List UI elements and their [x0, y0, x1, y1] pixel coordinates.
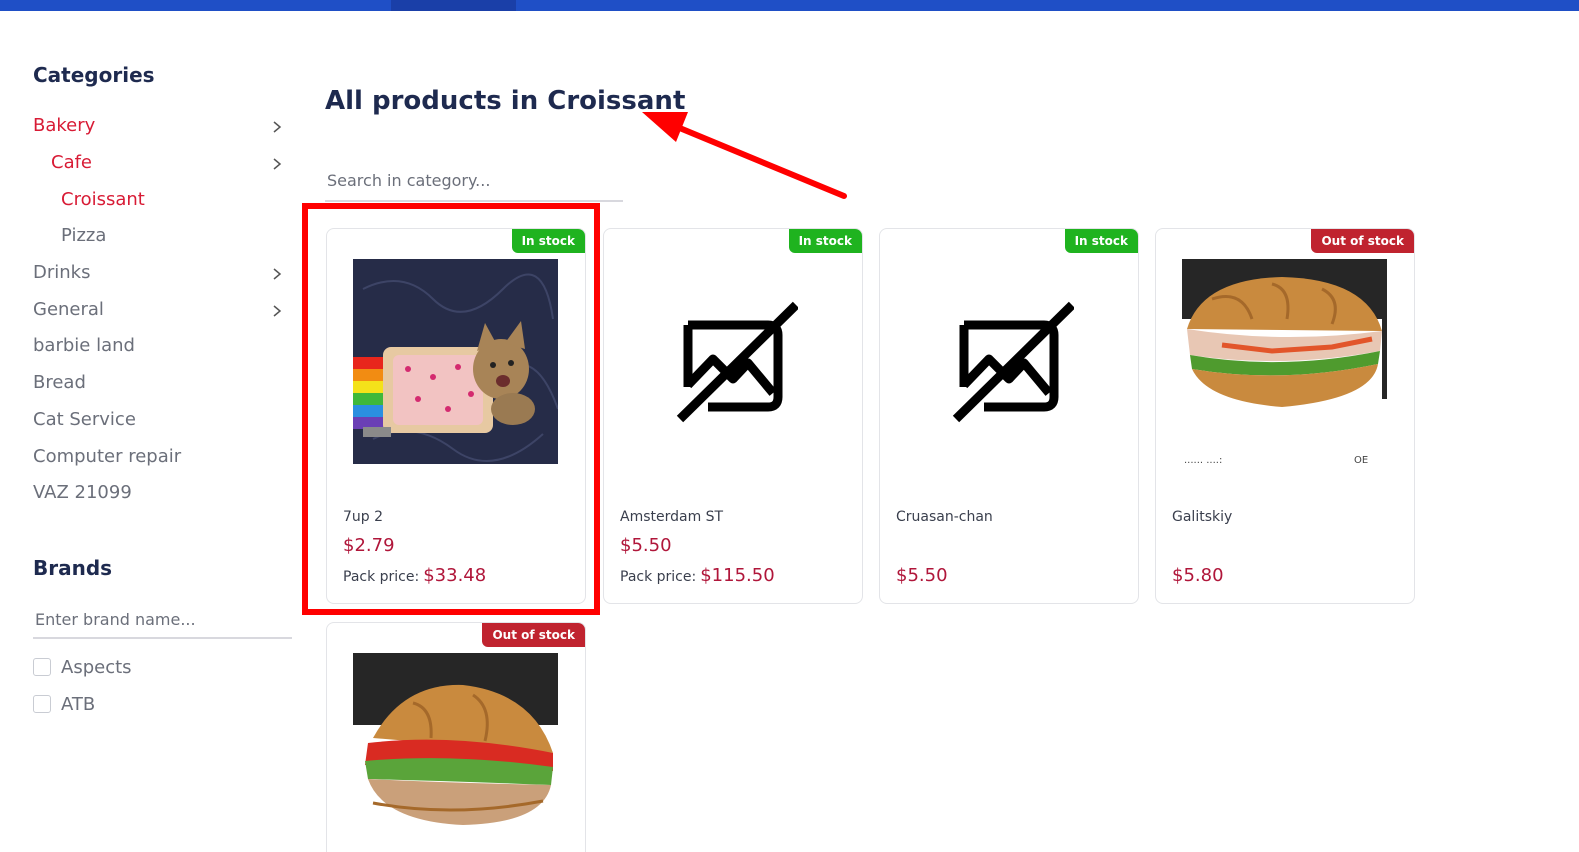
croissant-sandwich-image[interactable]: ...... ....: OE	[1182, 259, 1387, 464]
stock-badge: Out of stock	[1311, 229, 1414, 253]
product-price: $5.50	[896, 565, 948, 586]
product-card[interactable]: Out of stock ...... ....: OE Galitskiy $…	[1155, 228, 1415, 604]
product-price-value: $5.80	[1172, 565, 1224, 586]
page-title: All products in Croissant	[325, 86, 686, 116]
category-barbie-land[interactable]: barbie land	[33, 333, 135, 359]
pack-price-label: Pack price:	[343, 569, 420, 585]
nyan-cat-image[interactable]	[353, 259, 558, 464]
chevron-right-icon[interactable]	[270, 304, 284, 318]
category-bread[interactable]: Bread	[33, 370, 86, 396]
categories-heading: Categories	[33, 63, 155, 87]
stock-badge: In stock	[788, 229, 862, 253]
brand-label: ATB	[61, 693, 96, 715]
svg-text:OE: OE	[1354, 455, 1368, 464]
chevron-right-icon[interactable]	[270, 267, 284, 281]
brand-option-atb[interactable]: ATB	[33, 692, 95, 716]
brand-search-input[interactable]	[33, 601, 292, 639]
brand-label: Aspects	[61, 656, 132, 678]
product-card[interactable]: Out of stock	[326, 622, 586, 852]
category-bakery[interactable]: Bakery	[33, 113, 95, 139]
product-name[interactable]: 7up 2	[343, 509, 383, 525]
category-computer-repair[interactable]: Computer repair	[33, 444, 181, 470]
product-price: $5.50	[620, 535, 672, 556]
product-price: $5.80	[1172, 565, 1224, 586]
category-croissant[interactable]: Croissant	[61, 187, 145, 213]
stock-badge: Out of stock	[482, 623, 585, 647]
svg-text:...... ....:: ...... ....:	[1184, 455, 1222, 464]
pack-price: Pack price: $33.48	[343, 565, 486, 586]
chevron-right-icon[interactable]	[270, 120, 284, 134]
product-card[interactable]: In stock Cruasan-chan $5.50	[879, 228, 1139, 604]
pack-price-value: $33.48	[423, 565, 487, 586]
top-navigation-bar	[0, 0, 1579, 11]
product-price-value: $5.50	[896, 565, 948, 586]
product-name[interactable]: Amsterdam ST	[620, 509, 723, 525]
croissant-sandwich-image[interactable]	[353, 653, 558, 852]
category-pizza[interactable]: Pizza	[61, 223, 106, 249]
stock-badge: In stock	[511, 229, 585, 253]
pack-price-value: $115.50	[700, 565, 775, 586]
brand-option-aspects[interactable]: Aspects	[33, 655, 132, 679]
category-drinks[interactable]: Drinks	[33, 260, 90, 286]
product-card[interactable]: In stock Amsterdam ST $5.50 Pack price: $…	[603, 228, 863, 604]
annotation-arrow	[642, 112, 847, 199]
brands-heading: Brands	[33, 556, 113, 580]
checkbox[interactable]	[33, 658, 51, 676]
pack-price-label: Pack price:	[620, 569, 697, 585]
product-name[interactable]: Galitskiy	[1172, 509, 1232, 525]
no-image-icon[interactable]	[906, 259, 1111, 464]
topbar-active-tab[interactable]	[391, 0, 516, 11]
category-general[interactable]: General	[33, 297, 104, 323]
checkbox[interactable]	[33, 695, 51, 713]
no-image-icon[interactable]	[630, 259, 835, 464]
product-name[interactable]: Cruasan-chan	[896, 509, 993, 525]
stock-badge: In stock	[1064, 229, 1138, 253]
product-card[interactable]: In stock 7up 2 $2.79 Pack price: $33.48	[326, 228, 586, 604]
product-price: $2.79	[343, 535, 395, 556]
category-vaz-21099[interactable]: VAZ 21099	[33, 480, 132, 506]
pack-price: Pack price: $115.50	[620, 565, 775, 586]
category-search-input[interactable]	[325, 160, 623, 202]
category-cat-service[interactable]: Cat Service	[33, 407, 136, 433]
chevron-right-icon[interactable]	[270, 157, 284, 171]
category-cafe[interactable]: Cafe	[51, 150, 92, 176]
sidebar: Categories Bakery Cafe Croissant Pizza D…	[33, 60, 293, 715]
